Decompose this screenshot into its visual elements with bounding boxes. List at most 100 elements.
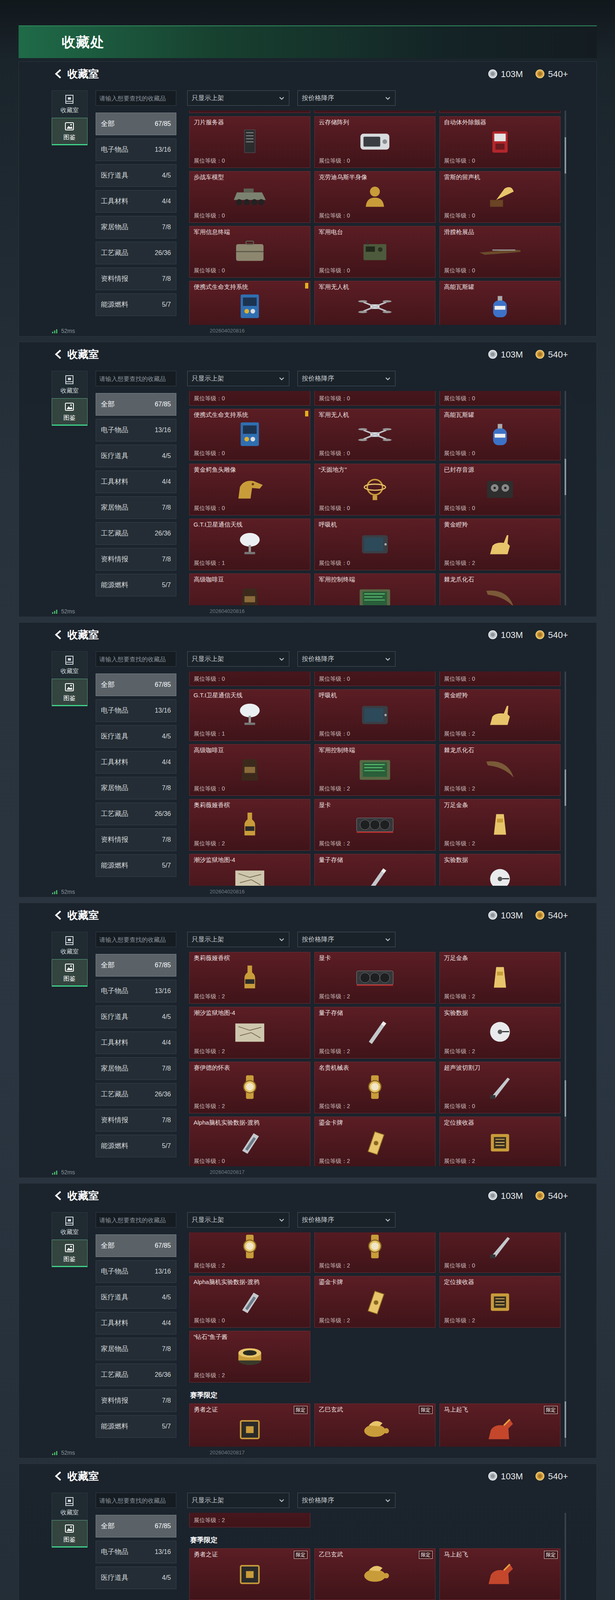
scrollbar-thumb[interactable] <box>564 769 567 806</box>
item-card[interactable]: 便携式生命支持系统展位等级：0 <box>189 408 311 461</box>
item-card[interactable]: 鎏金卡牌展位等级：2 <box>314 1116 436 1167</box>
filter-dropdown[interactable]: 按价格降序 <box>297 1212 396 1228</box>
scrollbar-track[interactable] <box>564 951 567 1167</box>
category-item[interactable]: 电子物品13/16 <box>95 1260 177 1283</box>
item-card[interactable]: 刀片服务器展位等级：0 <box>189 116 311 168</box>
search-input[interactable] <box>95 1212 177 1228</box>
category-item[interactable]: 工艺藏品26/36 <box>95 1083 177 1106</box>
gold-balance[interactable]: 540+ <box>535 347 569 362</box>
category-item[interactable]: 全部67/85 <box>95 1514 177 1538</box>
back-button[interactable]: 收藏室 <box>53 1468 99 1485</box>
item-card[interactable]: 高能瓦斯罐展位等级：0 <box>439 408 561 461</box>
scrollbar-track[interactable] <box>564 391 567 606</box>
gold-balance[interactable]: 540+ <box>535 67 569 81</box>
item-card[interactable]: 名贵机械表展位等级：2 <box>314 1061 436 1114</box>
category-item[interactable]: 家居物品7/8 <box>95 1337 177 1361</box>
scrollbar-track[interactable] <box>564 1232 567 1447</box>
item-card[interactable]: 雷斯的留声机展位等级：0 <box>439 171 561 223</box>
item-card[interactable]: 超声波切割刀展位等级：0 <box>439 1061 561 1114</box>
item-card[interactable]: 展位等级：2 <box>314 1232 436 1273</box>
view-tab[interactable]: 图鉴 <box>51 1520 88 1548</box>
scrollbar-track[interactable] <box>564 671 567 886</box>
category-item[interactable]: 家居物品7/8 <box>95 496 177 519</box>
item-card[interactable]: 高级咖啡豆展位等级：0 <box>189 744 311 796</box>
item-card[interactable]: 便携式生命支持系统 <box>189 280 311 325</box>
item-card[interactable] <box>189 110 311 113</box>
category-item[interactable]: 全部67/85 <box>95 1234 177 1258</box>
item-card[interactable]: 定位接收器展位等级：2 <box>439 1276 561 1328</box>
item-card[interactable]: 军用无人机展位等级：0 <box>314 408 436 461</box>
item-card[interactable]: 展位等级：0 <box>439 671 561 687</box>
filter-dropdown[interactable]: 按价格降序 <box>297 1492 396 1509</box>
scrollbar-thumb[interactable] <box>564 1401 567 1438</box>
search-input[interactable] <box>95 651 177 667</box>
item-card[interactable]: 定位接收器展位等级：2 <box>439 1116 561 1167</box>
filter-dropdown[interactable]: 按价格降序 <box>297 370 396 387</box>
item-card[interactable]: 黄金瞪羚展位等级：2 <box>439 689 561 741</box>
item-card[interactable]: 克劳迪乌斯半身像展位等级：0 <box>314 171 436 223</box>
item-card[interactable] <box>439 110 561 113</box>
item-card[interactable]: 呼吸机展位等级：0 <box>314 518 436 571</box>
item-card[interactable]: 乙巳玄武限定 <box>314 1403 436 1447</box>
category-item[interactable]: 医疗道具4/5 <box>95 1286 177 1309</box>
item-card[interactable]: 展位等级：2 <box>189 1232 311 1273</box>
item-card[interactable]: 呼吸机展位等级：0 <box>314 689 436 741</box>
search-input[interactable] <box>95 931 177 948</box>
view-tab[interactable]: 图鉴 <box>51 959 88 987</box>
scrollbar-thumb[interactable] <box>564 137 567 174</box>
item-card[interactable]: 勇者之证限定 <box>189 1403 311 1447</box>
item-card[interactable]: 棘龙爪化石展位等级：2 <box>439 744 561 796</box>
item-card[interactable]: 自动体外除颤器展位等级：0 <box>439 116 561 168</box>
category-item[interactable]: 电子物品13/16 <box>95 418 177 442</box>
item-card[interactable] <box>314 110 436 113</box>
filter-dropdown[interactable]: 按价格降序 <box>297 90 396 106</box>
view-tab[interactable]: 图鉴 <box>51 398 88 426</box>
category-item[interactable]: 全部67/85 <box>95 673 177 697</box>
item-card[interactable]: 赛伊德的怀表展位等级：2 <box>189 1061 311 1114</box>
category-item[interactable]: 家居物品7/8 <box>95 776 177 800</box>
back-button[interactable]: 收藏室 <box>53 66 99 82</box>
item-card[interactable]: 鎏金卡牌展位等级：2 <box>314 1276 436 1328</box>
item-card[interactable]: 潮汐监狱地图-4展位等级：2 <box>189 1006 311 1059</box>
item-card[interactable]: 展位等级：0 <box>314 671 436 687</box>
category-item[interactable]: 工具材料4/4 <box>95 1311 177 1335</box>
item-card[interactable]: “钻石”鱼子酱展位等级：2 <box>189 1330 311 1383</box>
item-card[interactable]: 军用信息终端展位等级：0 <box>189 225 311 278</box>
item-card[interactable]: “天圆地方”展位等级：0 <box>314 463 436 516</box>
view-tab[interactable]: 图鉴 <box>51 1239 88 1268</box>
item-card[interactable]: 已封存音源展位等级：0 <box>439 463 561 516</box>
item-card[interactable]: 潮汐监狱地图-4 <box>189 853 311 886</box>
view-tab[interactable]: 图鉴 <box>51 117 88 146</box>
category-item[interactable]: 资料情报7/8 <box>95 828 177 852</box>
item-card[interactable]: 量子存储 <box>314 853 436 886</box>
back-button[interactable]: 收藏室 <box>53 1188 99 1204</box>
category-item[interactable]: 医疗道具4/5 <box>95 1566 177 1590</box>
item-card[interactable]: 奥莉薇娅香槟展位等级：2 <box>189 799 311 851</box>
filter-dropdown[interactable]: 只显示上架 <box>187 1212 290 1228</box>
filter-dropdown[interactable]: 只显示上架 <box>187 931 290 948</box>
item-card[interactable]: 展位等级：2 <box>189 1512 311 1528</box>
category-item[interactable]: 工具材料4/4 <box>95 1031 177 1055</box>
item-card[interactable]: 黄金瞪羚展位等级：2 <box>439 518 561 571</box>
item-card[interactable]: 展位等级：0 <box>189 671 311 687</box>
gold-balance[interactable]: 540+ <box>535 908 569 923</box>
view-tab[interactable]: 收藏室 <box>51 1492 88 1521</box>
item-card[interactable]: 实验数据 <box>439 853 561 886</box>
category-item[interactable]: 电子物品13/16 <box>95 1540 177 1564</box>
item-card[interactable]: 云存储阵列展位等级：0 <box>314 116 436 168</box>
category-item[interactable]: 全部67/85 <box>95 112 177 136</box>
item-card[interactable]: 万足金条展位等级：2 <box>439 799 561 851</box>
category-item[interactable]: 家居物品7/8 <box>95 215 177 239</box>
gold-balance[interactable]: 540+ <box>535 1469 569 1484</box>
back-button[interactable]: 收藏室 <box>53 907 99 924</box>
view-tab[interactable]: 收藏室 <box>51 370 88 399</box>
item-card[interactable]: 奥莉薇娅香槟展位等级：2 <box>189 951 311 1004</box>
gold-balance[interactable]: 540+ <box>535 1189 569 1203</box>
category-item[interactable]: 工艺藏品26/36 <box>95 1363 177 1387</box>
category-item[interactable]: 全部67/85 <box>95 953 177 977</box>
category-item[interactable]: 能源燃料5/7 <box>95 1134 177 1158</box>
item-card[interactable]: 军用控制终端 <box>314 573 436 606</box>
gold-balance[interactable]: 540+ <box>535 628 569 642</box>
filter-dropdown[interactable]: 按价格降序 <box>297 931 396 948</box>
view-tab[interactable]: 图鉴 <box>51 678 88 707</box>
